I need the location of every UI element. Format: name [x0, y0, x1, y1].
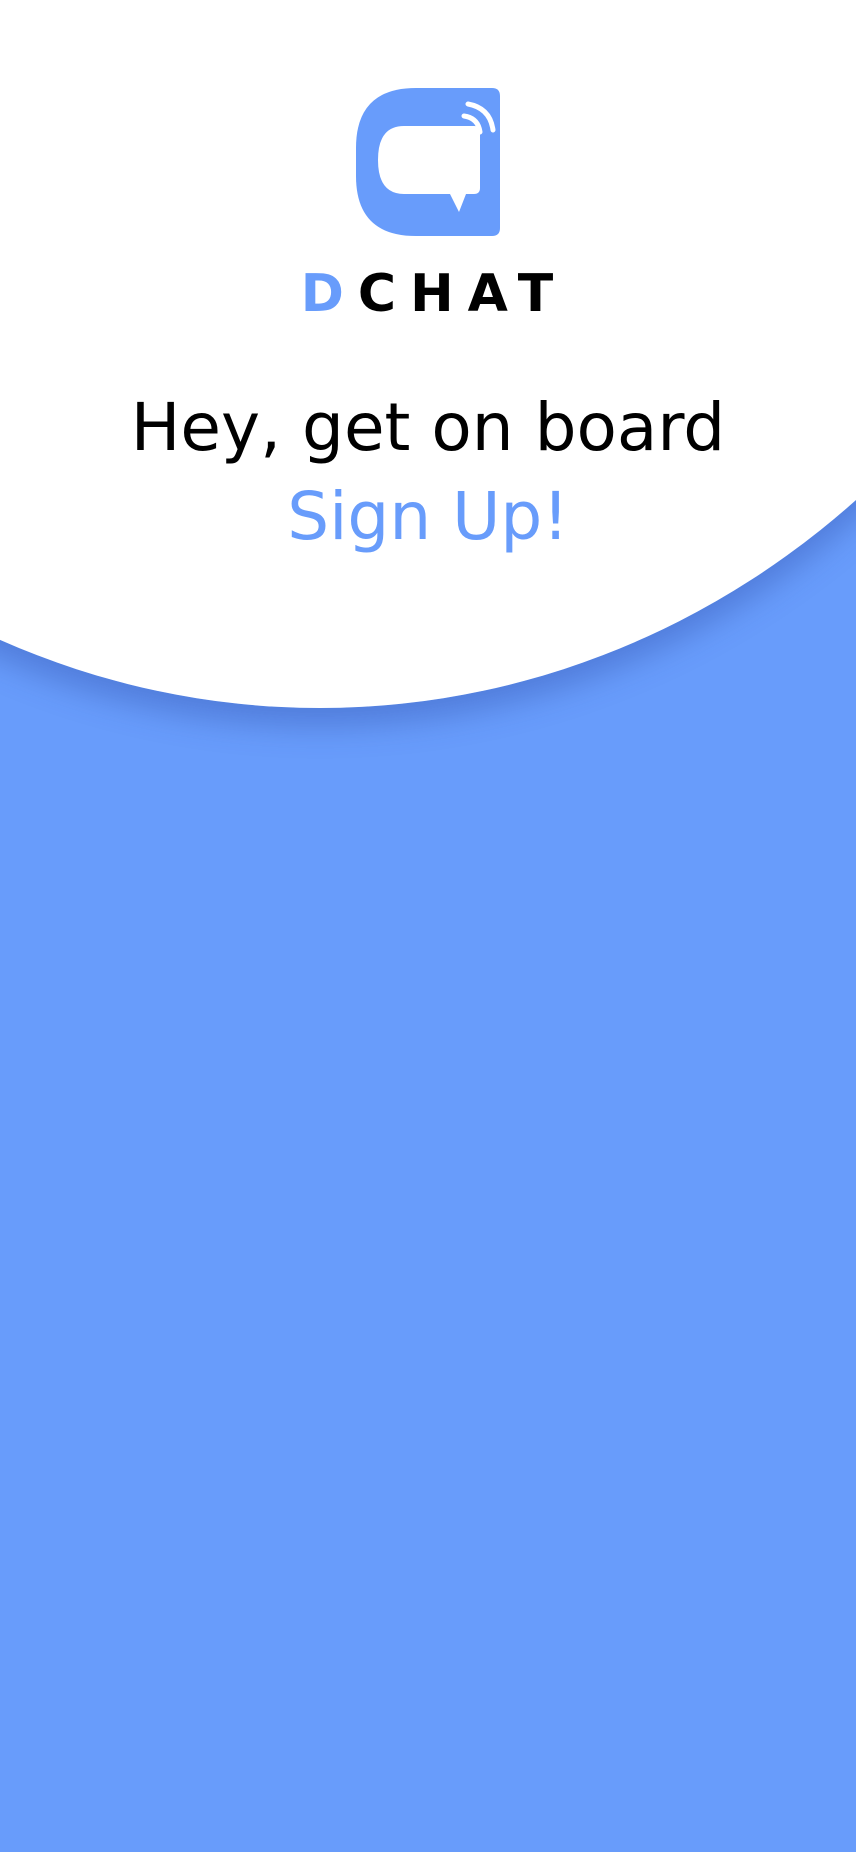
chat-bubble-signal-icon [356, 88, 500, 236]
brand-name: DCHAT [0, 262, 856, 326]
signup-screen: DCHAT Hey, get on board Sign Up! [0, 0, 856, 1852]
brand-name-rest: CHAT [357, 264, 568, 324]
sign-up-link[interactable]: Sign Up! [0, 472, 856, 562]
app-logo [356, 88, 500, 236]
headline: Hey, get on board [130, 389, 726, 466]
brand-name-first-letter: D [300, 264, 358, 324]
